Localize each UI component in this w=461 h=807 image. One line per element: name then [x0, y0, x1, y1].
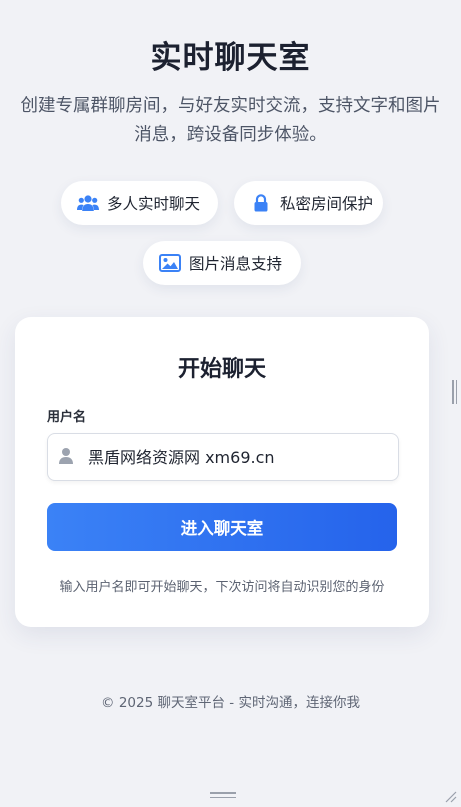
- username-input[interactable]: [88, 434, 388, 478]
- login-card: 开始聊天 用户名 进入聊天室 输入用户名即可开始聊天，下次访问将自动识别您的身份: [15, 317, 429, 627]
- feature-label: 图片消息支持: [189, 255, 283, 273]
- enter-chatroom-button[interactable]: 进入聊天室: [47, 503, 397, 551]
- image-icon: [159, 252, 181, 274]
- user-icon: [58, 447, 74, 465]
- page-subtitle: 创建专属群聊房间，与好友实时交流，支持文字和图片消息，跨设备同步体验。: [20, 96, 441, 145]
- page-title: 实时聊天室: [150, 40, 311, 76]
- feature-pill-private-room: 私密房间保护: [234, 181, 383, 225]
- username-field[interactable]: [47, 433, 399, 481]
- feature-pill-multi-user-chat: 多人实时聊天: [61, 181, 218, 225]
- footer-copyright: © 2025 聊天室平台 - 实时沟通，连接你我: [101, 695, 360, 711]
- drag-handle-icon[interactable]: [210, 792, 236, 800]
- scrollbar-handle[interactable]: [452, 380, 457, 404]
- login-hint: 输入用户名即可开始聊天，下次访问将自动识别您的身份: [59, 580, 385, 595]
- login-card-title: 开始聊天: [177, 357, 266, 382]
- username-label: 用户名: [47, 410, 87, 425]
- feature-label: 多人实时聊天: [107, 195, 201, 213]
- feature-pill-image-messages: 图片消息支持: [143, 241, 301, 285]
- feature-label: 私密房间保护: [280, 195, 374, 213]
- users-icon: [77, 192, 99, 214]
- resize-grip-icon[interactable]: [443, 788, 457, 803]
- lock-icon: [250, 192, 272, 214]
